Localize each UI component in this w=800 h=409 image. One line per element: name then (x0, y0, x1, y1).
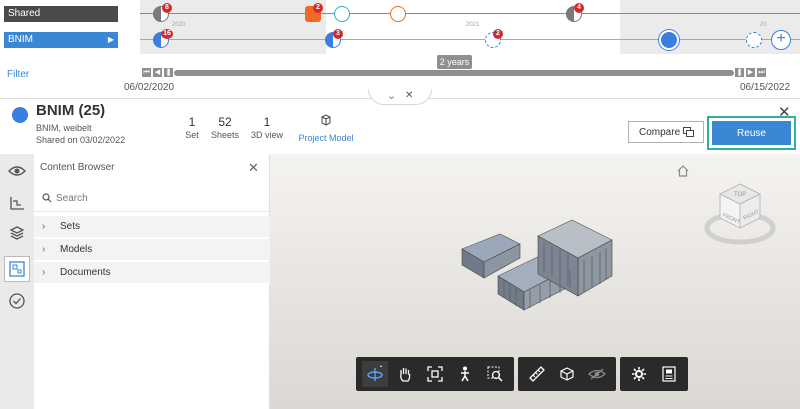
add-version-icon[interactable]: + (771, 30, 791, 50)
model-owner: BNIM, weibelt (36, 123, 92, 133)
stat-number: 52 (218, 115, 232, 129)
timeline-panel: Shared BNIM ▶ Filter 2020 2021 20 8 2 4 … (0, 0, 800, 98)
end-date: 06/15/2022 (740, 82, 791, 93)
zoom-window-icon[interactable] (482, 361, 508, 387)
content-browser-panel: Content Browser ✕ › Sets › Models › Docu… (34, 154, 270, 409)
pan-hand-icon[interactable] (392, 361, 418, 387)
lane-bnim[interactable]: BNIM ▶ (4, 32, 118, 48)
range-end-handle-icon[interactable]: ❚ (735, 68, 744, 77)
measure-tools (518, 357, 616, 391)
bnim-selected-marker[interactable] (659, 30, 679, 50)
count-badge: 2 (313, 3, 323, 13)
chevron-right-icon[interactable]: › (42, 244, 45, 255)
shared-version-marker[interactable] (390, 6, 406, 22)
home-icon[interactable] (676, 164, 690, 178)
project-model-label: Project Model (298, 133, 354, 143)
3d-viewer[interactable]: TOP FRONT RIGHT (270, 154, 800, 409)
fast-forward-icon[interactable]: ⏭ (757, 68, 766, 77)
properties-icon[interactable] (656, 361, 682, 387)
viewcube[interactable]: TOP FRONT RIGHT (704, 178, 776, 250)
viewcube-top-label: TOP (734, 192, 746, 198)
bnim-track-line (140, 39, 800, 40)
walk-person-icon[interactable] (452, 361, 478, 387)
step-forward-icon[interactable]: ▶ (746, 68, 755, 77)
count-badge: 16 (161, 29, 173, 39)
lane-bnim-arrow-icon: ▶ (107, 35, 114, 44)
lane-shared-label: Shared (8, 8, 41, 19)
fit-view-icon[interactable] (422, 361, 448, 387)
model-color-dot (12, 107, 28, 123)
stat-sets[interactable]: 1 Set (182, 115, 202, 140)
year-label: 2021 (466, 22, 480, 28)
rewind-icon[interactable]: ⏮ (142, 68, 151, 77)
stat-label: Set (185, 130, 199, 140)
tree-item-models[interactable]: › Models (34, 239, 270, 261)
model-shared-date: Shared on 03/02/2022 (36, 135, 126, 145)
eye-icon[interactable] (4, 158, 30, 184)
section-icon[interactable] (4, 190, 30, 216)
chevron-down-icon[interactable]: ⌄ (387, 89, 396, 102)
search-bar (34, 184, 270, 212)
content-browser-icon[interactable] (4, 256, 30, 282)
measure-ruler-icon[interactable] (524, 361, 550, 387)
viewer-toolbar (356, 357, 688, 391)
year-label: 2020 (172, 22, 186, 28)
stat-label: 3D view (250, 130, 283, 140)
shared-version-marker[interactable] (334, 6, 350, 22)
lane-shared[interactable]: Shared (4, 6, 118, 22)
search-input[interactable] (56, 190, 256, 206)
orbit-icon[interactable] (362, 361, 388, 387)
settings-tools (620, 357, 688, 391)
cube-icon (321, 114, 331, 126)
count-badge: 8 (162, 3, 172, 13)
stat-number: 1 (188, 115, 196, 129)
close-icon[interactable]: ✕ (405, 90, 413, 101)
stat-sheets[interactable]: 52 Sheets (210, 115, 240, 140)
range-start-handle-icon[interactable]: ❚ (164, 68, 173, 77)
gear-icon[interactable] (626, 361, 652, 387)
bnim-version-marker[interactable] (746, 32, 762, 48)
stat-label: Sheets (210, 130, 240, 140)
project-model-link[interactable]: Project Model (296, 113, 356, 143)
count-badge: 2 (493, 29, 503, 39)
reuse-button-frame: Reuse (707, 116, 796, 150)
model-header: BNIM (25) BNIM, weibelt Shared on 03/02/… (0, 98, 800, 154)
search-icon (42, 193, 52, 203)
compare-label: Compare (639, 126, 681, 138)
tree-item-label: Documents (60, 267, 111, 278)
close-icon[interactable]: ✕ (778, 103, 791, 121)
visibility-eye-icon[interactable] (584, 361, 610, 387)
compare-icon (683, 127, 694, 137)
tree-item-sets[interactable]: › Sets (34, 216, 270, 238)
start-date: 06/02/2020 (124, 82, 175, 93)
collapse-tab[interactable]: ⌄ ✕ (368, 89, 432, 105)
tree-item-documents[interactable]: › Documents (34, 262, 270, 284)
count-badge: 3 (333, 29, 343, 39)
checkmark-circle-icon[interactable] (4, 288, 30, 314)
compare-button[interactable]: Compare (628, 121, 704, 143)
shared-track-line (140, 13, 800, 14)
lane-bnim-label: BNIM (8, 34, 33, 45)
section-box-icon[interactable] (554, 361, 580, 387)
tool-rail (0, 154, 34, 409)
close-icon[interactable]: ✕ (248, 160, 259, 176)
stat-3d-view[interactable]: 1 3D view (248, 115, 286, 140)
stat-number: 1 (263, 115, 271, 129)
range-track[interactable] (174, 70, 734, 76)
layers-icon[interactable] (4, 220, 30, 246)
reuse-button[interactable]: Reuse (712, 121, 791, 145)
content-browser-title: Content Browser (40, 162, 115, 173)
navigation-tools (356, 357, 514, 391)
year-label: 20 (760, 22, 767, 28)
timeline-scrubber[interactable]: ⏮ ◀ ❚ ❚ ▶ ⏭ (140, 67, 768, 79)
filter-link[interactable]: Filter (7, 69, 29, 80)
chevron-right-icon[interactable]: › (42, 267, 45, 278)
model-title: BNIM (25) (36, 102, 106, 119)
tree-item-label: Sets (60, 221, 81, 232)
count-badge: 4 (574, 3, 584, 13)
tree-item-label: Models (60, 244, 93, 255)
step-back-icon[interactable]: ◀ (153, 68, 162, 77)
building-model[interactable] (460, 214, 620, 324)
chevron-right-icon[interactable]: › (42, 221, 45, 232)
